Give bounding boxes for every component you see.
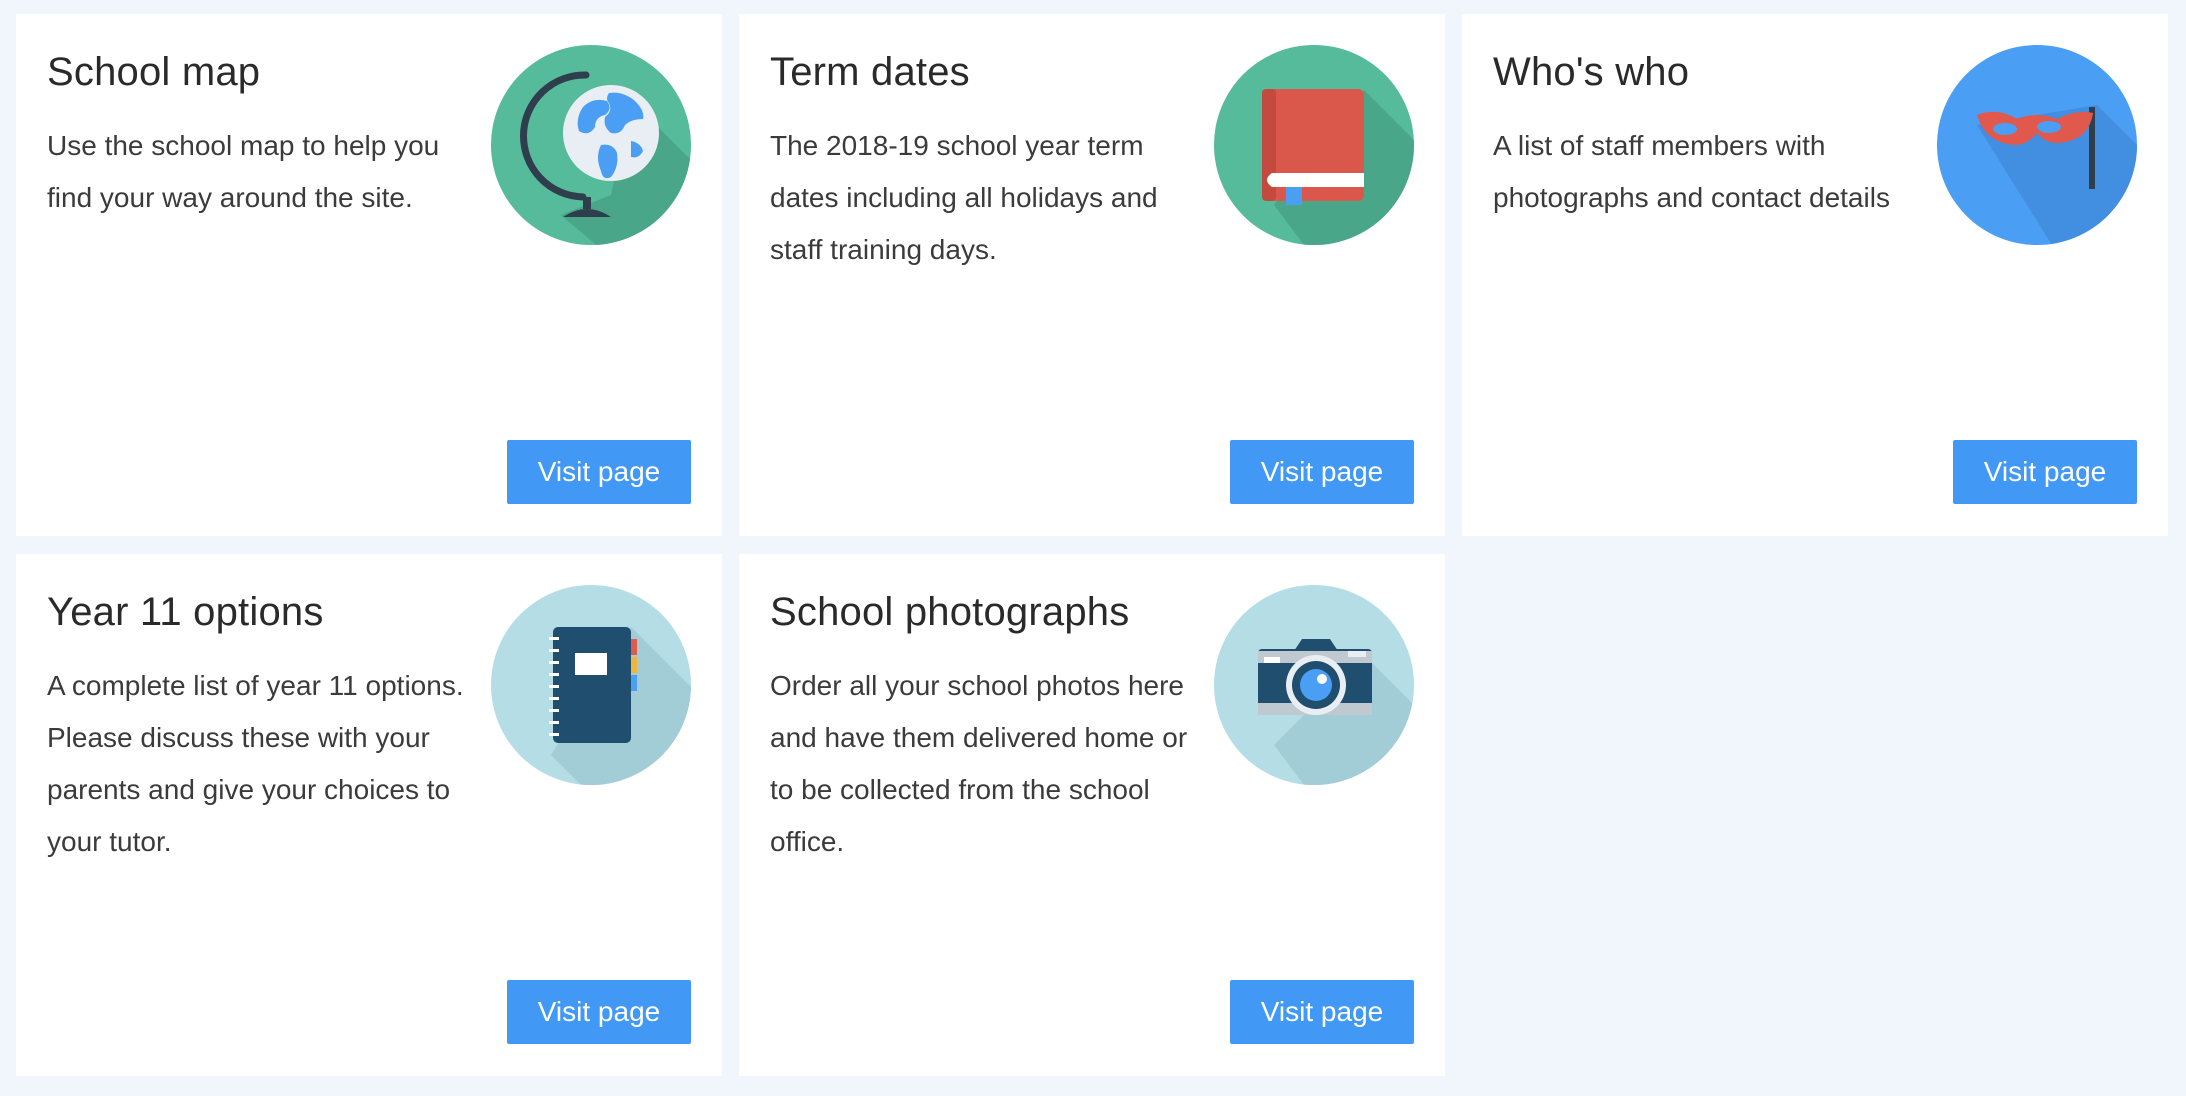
book-icon [1214, 45, 1414, 245]
card-term-dates: Term dates The 2018-19 school year term … [739, 14, 1445, 536]
card-description: A complete list of year 11 options. Plea… [47, 670, 464, 857]
card-title: School photographs [770, 590, 1130, 634]
camera-icon [1214, 585, 1414, 785]
card-title: Year 11 options [47, 590, 324, 634]
card-school-map: School map Use the school map to help yo… [16, 14, 722, 536]
card-description: The 2018-19 school year term dates inclu… [770, 130, 1158, 265]
card-whos-who: Who's who A list of staff members with p… [1462, 14, 2168, 536]
card-title: Term dates [770, 50, 970, 94]
visit-page-button[interactable]: Visit page [1230, 440, 1414, 504]
card-year-11-options: Year 11 options A complete list of year … [16, 554, 722, 1076]
visit-page-button[interactable]: Visit page [507, 440, 691, 504]
notebook-icon [491, 585, 691, 785]
globe-icon [491, 45, 691, 245]
visit-page-button[interactable]: Visit page [1230, 980, 1414, 1044]
card-school-photographs: School photographs Order all your school… [739, 554, 1445, 1076]
card-title: School map [47, 50, 261, 94]
visit-page-button[interactable]: Visit page [507, 980, 691, 1044]
card-description: Use the school map to help you find your… [47, 130, 440, 213]
visit-page-button[interactable]: Visit page [1953, 440, 2137, 504]
card-title: Who's who [1493, 50, 1690, 94]
card-description: A list of staff members with photographs… [1493, 130, 1890, 213]
card-description: Order all your school photos here and ha… [770, 670, 1188, 857]
mask-icon [1937, 45, 2137, 245]
card-grid: School map Use the school map to help yo… [0, 0, 2186, 1096]
